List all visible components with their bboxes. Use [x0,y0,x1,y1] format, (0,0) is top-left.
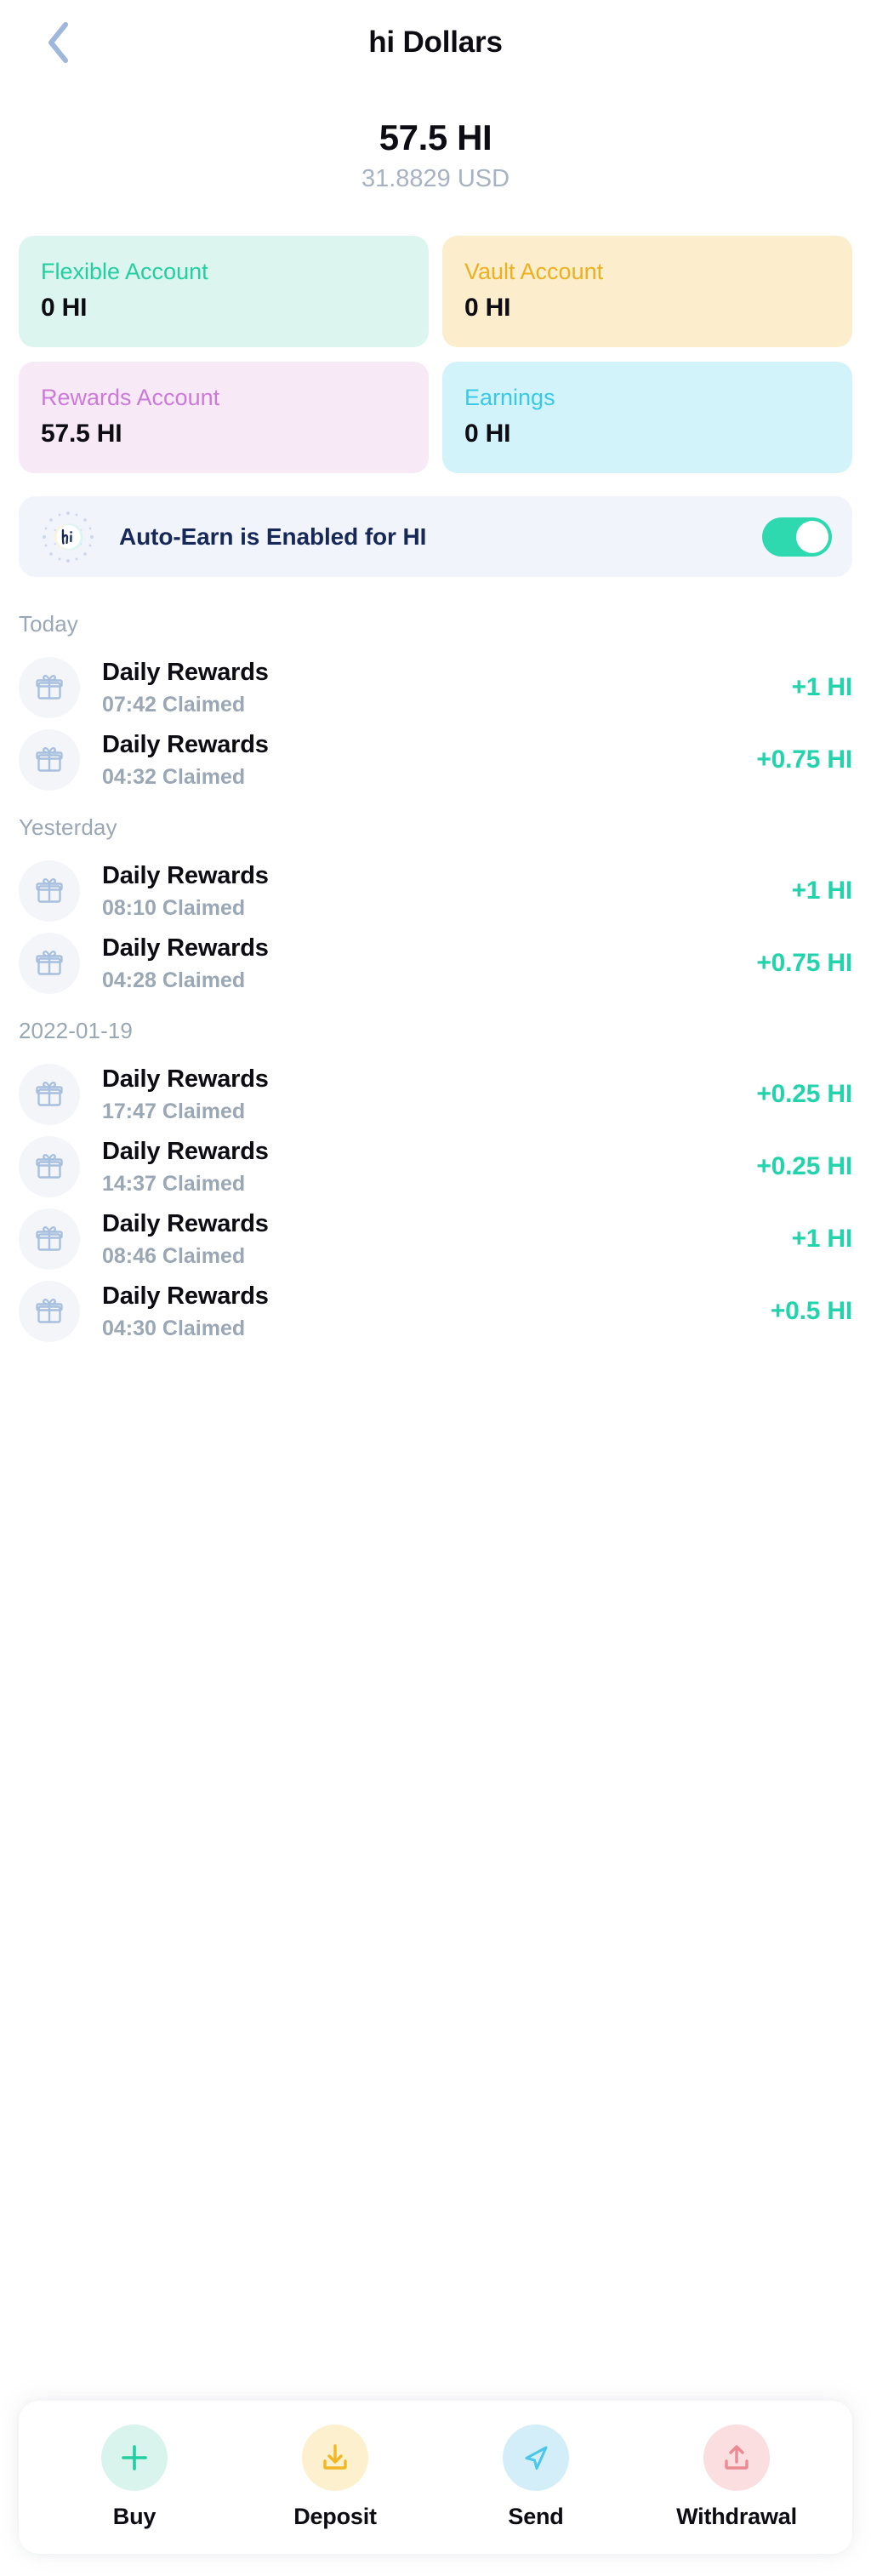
account-card-value: 0 HI [464,420,511,448]
transaction-group-rows: Daily Rewards 07:42 Claimed +1 HI Daily Rew… [19,651,852,796]
transaction-group-header: Today [19,611,78,637]
transaction-title: Daily Rewards [102,658,269,686]
action-label: Send [508,2504,564,2529]
download-icon [302,2425,368,2491]
transaction-amount: +1 HI [791,1224,852,1253]
transaction-amount: +0.75 HI [756,948,852,977]
account-card-label: Vault Account [464,259,604,285]
transaction-amount: +0.25 HI [756,1151,852,1180]
transaction-subtitle: 08:10 Claimed [102,895,246,920]
auto-earn-label: Auto-Earn is Enabled for HI [119,523,427,550]
account-card-value: 0 HI [464,294,511,323]
navigation-bar: hi Dollars [0,0,871,85]
account-card-value: 0 HI [41,294,88,323]
send-button[interactable]: Send [472,2425,600,2530]
gift-icon [19,1208,80,1270]
paper-plane-icon [503,2425,569,2491]
transaction-subtitle: 04:32 Claimed [102,764,246,789]
transaction-title: Daily Rewards [102,861,269,889]
hi-logo-icon [41,510,95,564]
gift-icon [19,932,80,994]
account-card-label: Rewards Account [41,385,220,411]
transaction-group: 2022-01-19 Daily Rewards 17:47 Claimed +0.2… [19,1018,852,1347]
transaction-group-header: Yesterday [19,814,117,841]
transaction-subtitle: 14:37 Claimed [102,1171,246,1196]
action-bar: Buy Deposit Send Withdrawal [19,2401,852,2554]
auto-earn-banner[interactable]: Auto-Earn is Enabled for HI [19,496,852,578]
transaction-text: Daily Rewards 08:46 Claimed [102,1209,777,1269]
account-card-vault[interactable]: Vault Account 0 HI [442,236,852,348]
transaction-amount: +1 HI [791,876,852,905]
gift-icon [19,656,80,718]
transaction-subtitle: 08:46 Claimed [102,1243,246,1268]
transaction-row[interactable]: Daily Rewards 07:42 Claimed +1 HI [19,651,852,723]
transaction-row[interactable]: Daily Rewards 08:10 Claimed +1 HI [19,854,852,927]
transaction-title: Daily Rewards [102,730,269,758]
transaction-group: Today Daily Rewards 07:42 Claimed +1 HI Dail… [19,611,852,796]
hi-dollars-screen: hi Dollars 57.5 HI 31.8829 USD Flexible … [0,0,871,2576]
transaction-text: Daily Rewards 08:10 Claimed [102,861,777,921]
transaction-row[interactable]: Daily Rewards 04:30 Claimed +0.5 HI [19,1275,852,1347]
back-button[interactable] [34,19,82,66]
gift-icon [19,1280,80,1342]
action-bar-container: Buy Deposit Send Withdrawal [0,2401,871,2576]
transaction-list: Today Daily Rewards 07:42 Claimed +1 HI Dail… [0,611,871,2401]
transaction-amount: +0.25 HI [756,1079,852,1108]
transaction-group: Yesterday Daily Rewards 08:10 Claimed +1 HI… [19,814,852,999]
transaction-subtitle: 04:28 Claimed [102,968,246,992]
transaction-row[interactable]: Daily Rewards 14:37 Claimed +0.25 HI [19,1130,852,1202]
transaction-subtitle: 17:47 Claimed [102,1099,246,1123]
account-cards-grid: Flexible Account 0 HI Vault Account 0 HI… [19,236,852,474]
chevron-left-icon [45,21,71,64]
transaction-row[interactable]: Daily Rewards 08:46 Claimed +1 HI [19,1202,852,1275]
balance-amount: 57.5 HI [379,117,492,157]
transaction-group-rows: Daily Rewards 17:47 Claimed +0.25 HI Daily … [19,1058,852,1347]
withdrawal-button[interactable]: Withdrawal [673,2425,800,2530]
account-card-flexible[interactable]: Flexible Account 0 HI [19,236,429,348]
transaction-title: Daily Rewards [102,1209,269,1237]
balance-fiat-value: 31.8829 USD [361,165,510,193]
transaction-title: Daily Rewards [102,1137,269,1165]
transaction-row[interactable]: Daily Rewards 17:47 Claimed +0.25 HI [19,1058,852,1130]
account-card-label: Flexible Account [41,259,208,285]
transaction-text: Daily Rewards 14:37 Claimed [102,1137,743,1197]
deposit-button[interactable]: Deposit [271,2425,399,2530]
action-label: Withdrawal [676,2504,797,2529]
account-card-value: 57.5 HI [41,420,122,448]
gift-icon [19,1135,80,1197]
account-card-earnings[interactable]: Earnings 0 HI [442,362,852,474]
transaction-text: Daily Rewards 04:30 Claimed [102,1282,757,1341]
action-label: Buy [112,2504,157,2529]
buy-button[interactable]: Buy [71,2425,198,2530]
transaction-text: Daily Rewards 04:32 Claimed [102,730,743,790]
transaction-row[interactable]: Daily Rewards 04:28 Claimed +0.75 HI [19,927,852,999]
transaction-subtitle: 04:30 Claimed [102,1316,246,1340]
transaction-text: Daily Rewards 07:42 Claimed [102,658,777,717]
transaction-group-header: 2022-01-19 [19,1018,133,1044]
transaction-title: Daily Rewards [102,1065,269,1093]
transaction-text: Daily Rewards 04:28 Claimed [102,934,743,993]
page-title: hi Dollars [368,26,503,59]
balance-summary: 57.5 HI 31.8829 USD [0,85,871,193]
gift-icon [19,1063,80,1125]
upload-icon [703,2425,770,2491]
transaction-row[interactable]: Daily Rewards 04:32 Claimed +0.75 HI [19,723,852,796]
transaction-text: Daily Rewards 17:47 Claimed [102,1065,743,1124]
transaction-title: Daily Rewards [102,934,269,962]
transaction-title: Daily Rewards [102,1282,269,1310]
action-label: Deposit [293,2504,377,2529]
toggle-knob [796,520,828,553]
account-card-label: Earnings [464,385,555,411]
transaction-amount: +0.5 HI [770,1296,852,1325]
gift-icon [19,728,80,791]
gift-icon [19,860,80,922]
account-card-rewards[interactable]: Rewards Account 57.5 HI [19,362,429,474]
transaction-subtitle: 07:42 Claimed [102,692,246,717]
transaction-group-rows: Daily Rewards 08:10 Claimed +1 HI Daily Rew… [19,854,852,999]
auto-earn-toggle[interactable] [762,517,832,557]
plus-icon [101,2425,168,2491]
transaction-amount: +1 HI [791,672,852,701]
transaction-amount: +0.75 HI [756,745,852,774]
